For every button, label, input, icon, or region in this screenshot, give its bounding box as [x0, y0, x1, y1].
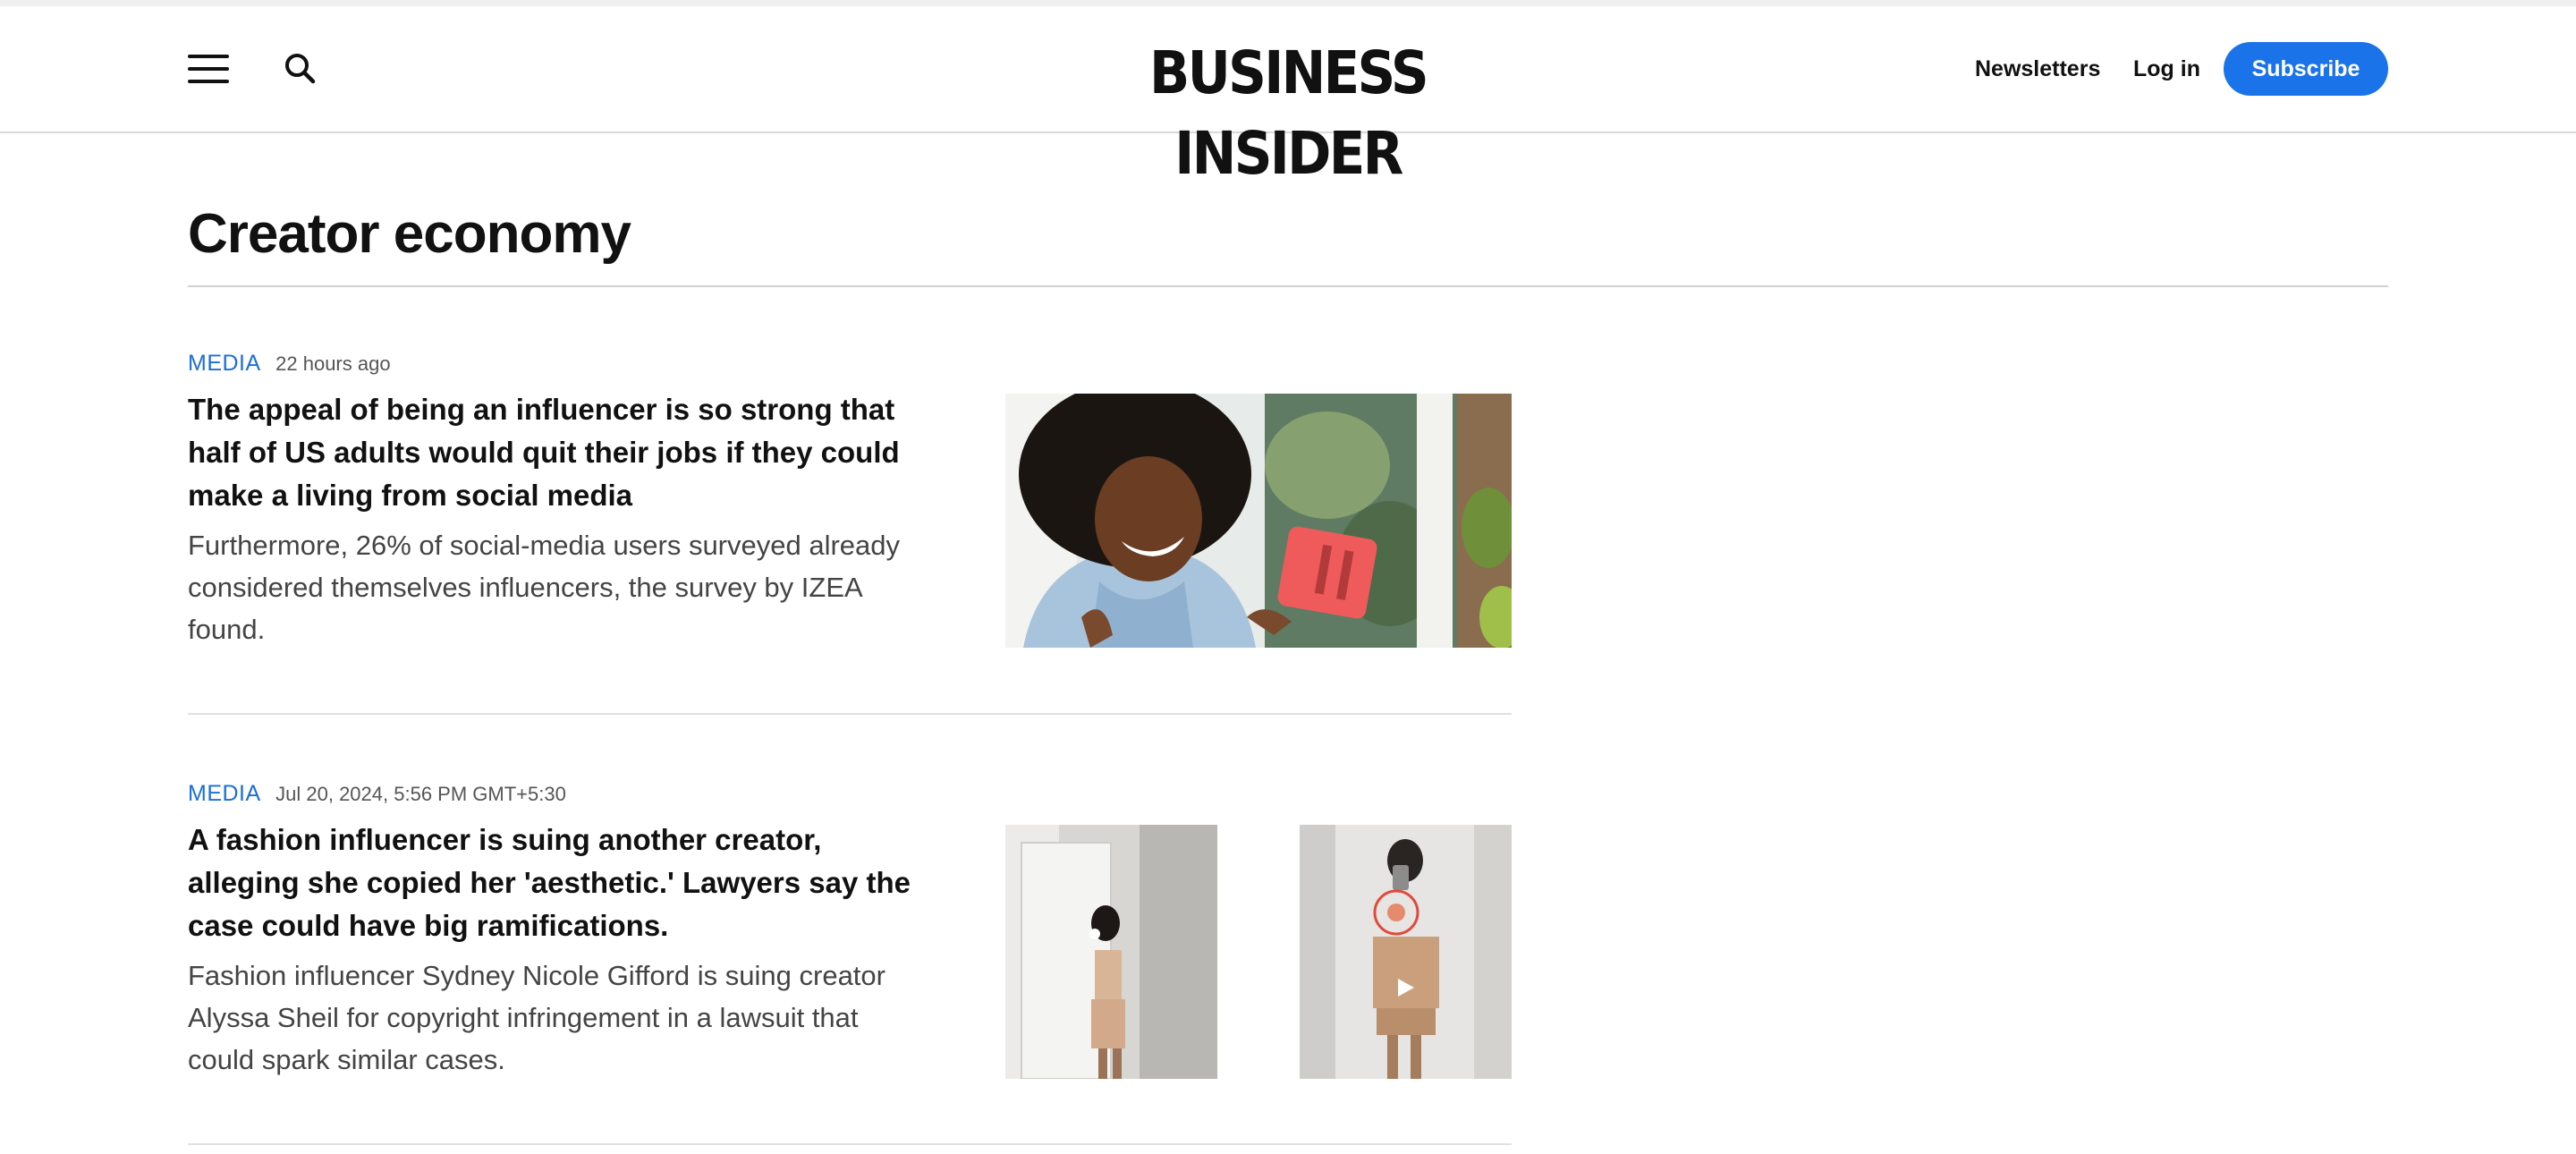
search-icon[interactable] — [283, 51, 318, 87]
article-headline[interactable]: The appeal of being an influencer is so … — [188, 388, 930, 517]
hamburger-menu-icon[interactable] — [188, 53, 231, 85]
article-meta: MEDIA Jul 20, 2024, 5:56 PM GMT+5:30 — [188, 779, 1512, 808]
login-link[interactable]: Log in — [2133, 55, 2200, 82]
article-category-link[interactable]: MEDIA — [188, 351, 261, 376]
article-headline[interactable]: A fashion influencer is suing another cr… — [188, 819, 930, 947]
page-title: Creator economy — [188, 203, 631, 265]
top-strip — [0, 0, 2576, 6]
article-timestamp: 22 hours ago — [275, 352, 391, 375]
newsletters-link[interactable]: Newsletters — [1975, 55, 2100, 82]
article-divider — [188, 1143, 1512, 1145]
site-header: BUSINESS INSIDER Newsletters Log in Subs… — [0, 6, 2576, 188]
article-thumbnail[interactable] — [1005, 394, 1512, 648]
article-thumbnail[interactable] — [1005, 825, 1217, 1079]
article-summary: Fashion influencer Sydney Nicole Gifford… — [188, 960, 886, 1075]
article-summary: Furthermore, 26% of social-media users s… — [188, 530, 901, 645]
article-category-link[interactable]: MEDIA — [188, 781, 261, 806]
article-divider — [188, 713, 1512, 715]
subscribe-button[interactable]: Subscribe — [2224, 42, 2388, 96]
video-thumbnail[interactable] — [1300, 825, 1512, 1079]
title-divider — [188, 285, 2388, 287]
article-card: MEDIA 22 hours ago The appeal of being a… — [188, 349, 1512, 648]
site-logo[interactable]: BUSINESS INSIDER — [1046, 33, 1530, 188]
article-card: MEDIA Jul 20, 2024, 5:56 PM GMT+5:30 A f… — [188, 779, 1512, 1079]
article-meta: MEDIA 22 hours ago — [188, 349, 1512, 378]
article-timestamp: Jul 20, 2024, 5:56 PM GMT+5:30 — [275, 783, 566, 805]
